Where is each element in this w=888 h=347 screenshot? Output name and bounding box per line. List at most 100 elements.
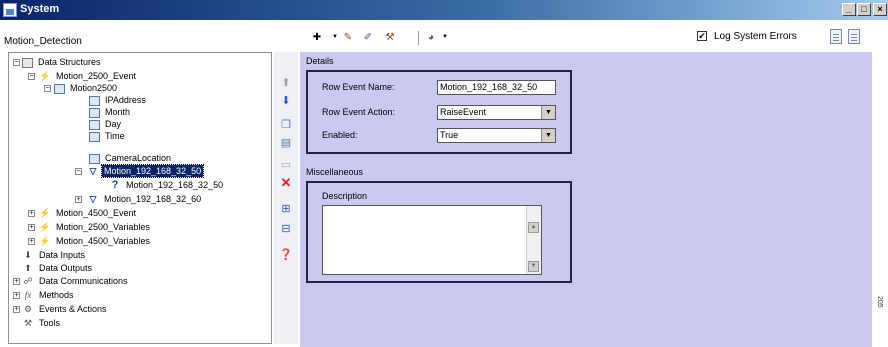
edit-document-icon[interactable] (848, 29, 860, 44)
filter-icon: ▽ (89, 166, 97, 177)
toolbar-separator (418, 31, 419, 45)
tree-item-month[interactable]: Month (89, 106, 132, 118)
tree-panel: − Data Structures − ⚡ Motion_2500_Event −… (8, 52, 272, 344)
tools-icon: ⚒ (23, 318, 33, 329)
misc-group: Description ▲ ▼ (306, 181, 572, 283)
tree-item-motion-2500-event[interactable]: ⚡ Motion_2500_Event (39, 70, 138, 82)
edge-text: 205 (876, 296, 883, 308)
misc-title: Miscellaneous (306, 167, 364, 177)
collapse-toggle[interactable]: − (44, 85, 51, 92)
row-event-name-label: Row Event Name: (322, 82, 395, 92)
expand-toggle[interactable]: + (13, 278, 20, 285)
expand-toggle[interactable]: + (13, 292, 20, 299)
tools-icon[interactable]: ⚒ (383, 31, 397, 44)
tree-item-time[interactable]: Time (89, 130, 127, 142)
table-icon (54, 83, 65, 94)
filter-icon: ▽ (89, 194, 97, 205)
field-icon (89, 119, 100, 130)
move-down-icon[interactable]: ⬇ (279, 94, 293, 108)
description-scrollbar[interactable]: ▲ ▼ (526, 206, 541, 274)
event-icon: ⚡ (39, 222, 51, 233)
fx-icon: fx (24, 290, 32, 301)
events-actions-icon: ⚙ (23, 304, 33, 315)
tree-item-methods[interactable]: fx Methods (22, 289, 76, 301)
toolbar: Motion_Detection ✚ ▼ ✎ ✐ ⚒ ◕ ▼ ✔ Log Sys… (0, 20, 888, 50)
tree-item-motion-4500-event[interactable]: ⚡ Motion_4500_Event (39, 207, 138, 219)
row-event-action-select[interactable]: RaiseEvent ▼ (437, 105, 556, 120)
chevron-down-icon[interactable]: ▼ (541, 129, 555, 142)
data-inputs-icon: ⬇ (24, 250, 32, 261)
properties-panel: Details Row Event Name: Motion_192_168_3… (300, 52, 872, 347)
log-errors-checkbox[interactable]: ✔ (697, 31, 707, 41)
data-outputs-icon: ⬆ (24, 263, 32, 274)
title-bar: System _ □ × (0, 0, 888, 20)
add-dropdown-icon[interactable]: ✚ (310, 31, 324, 44)
tree-item-motion2500[interactable]: Motion2500 (54, 82, 119, 94)
dropdown-arrow-icon[interactable]: ▼ (438, 31, 452, 44)
chevron-down-icon[interactable]: ▼ (541, 106, 555, 119)
expand-icon[interactable]: ⊞ (279, 202, 293, 216)
tree-item-events-actions[interactable]: ⚙ Events & Actions (22, 303, 109, 315)
field-icon (89, 131, 100, 142)
module-name: Motion_Detection (4, 36, 82, 47)
field-icon (89, 95, 100, 106)
app-icon (3, 3, 17, 17)
maximize-button[interactable]: □ (857, 3, 871, 16)
details-group: Row Event Name: Motion_192_168_32_50 Row… (306, 70, 572, 154)
tree-item-motion-192-168-32-60[interactable]: ▽ Motion_192_168_32_60 (87, 193, 203, 205)
tree-item-data-communications[interactable]: ☍ Data Communications (22, 275, 130, 287)
tree-toolbar: ⬆ ⬇ ❐ ▤ ▭ ✕ ⊞ ⊟ ❓ (274, 52, 298, 344)
collapse-toggle[interactable]: − (75, 168, 82, 175)
collapse-toggle[interactable]: − (13, 59, 20, 66)
minimize-button[interactable]: _ (842, 3, 856, 16)
move-up-icon[interactable]: ⬆ (279, 76, 293, 90)
field-icon (89, 153, 100, 164)
tree-item-cameralocation[interactable]: CameraLocation (89, 152, 173, 164)
enabled-label: Enabled: (322, 130, 358, 140)
expand-toggle[interactable]: + (28, 238, 35, 245)
scroll-down-icon[interactable]: ▼ (528, 261, 539, 272)
copy-icon[interactable]: ❐ (279, 118, 293, 132)
scroll-up-icon[interactable]: ▲ (528, 222, 539, 233)
row-event-action-value: RaiseEvent (440, 107, 487, 117)
document-icon[interactable] (830, 29, 842, 44)
tree-item-ipaddress[interactable]: IPAddress (89, 94, 148, 106)
add-item-icon[interactable]: ✎ (341, 31, 355, 44)
tree-item-data-structures[interactable]: Data Structures (22, 56, 103, 68)
help-icon[interactable]: ❓ (279, 248, 293, 262)
expand-toggle[interactable]: + (28, 224, 35, 231)
data-structures-icon (22, 57, 33, 68)
tree-item-motion-192-168-32-50[interactable]: ▽ Motion_192_168_32_50 (87, 164, 205, 178)
collapse-toggle[interactable]: − (28, 73, 35, 80)
details-title: Details (306, 56, 334, 66)
tree-item-data-outputs[interactable]: ⬆ Data Outputs (22, 262, 94, 274)
dropdown-arrow-icon[interactable]: ▼ (328, 31, 342, 44)
enabled-select[interactable]: True ▼ (437, 128, 556, 143)
delete-icon[interactable]: ✕ (279, 176, 293, 190)
tree-item-motion-192-168-32-50-child[interactable]: ? Motion_192_168_32_50 (109, 179, 225, 191)
expand-toggle[interactable]: + (75, 196, 82, 203)
row-event-action-label: Row Event Action: (322, 107, 396, 117)
tree-item-data-inputs[interactable]: ⬇ Data Inputs (22, 249, 87, 261)
communications-icon: ☍ (23, 276, 33, 287)
edit-icon[interactable]: ✐ (361, 31, 375, 44)
tree-item-day[interactable]: Day (89, 118, 123, 130)
expand-toggle[interactable]: + (13, 306, 20, 313)
tree-item-motion-4500-variables[interactable]: ⚡ Motion_4500_Variables (39, 235, 152, 247)
event-icon: ⚡ (39, 71, 51, 82)
event-icon: ⚡ (39, 208, 51, 219)
field-icon (89, 107, 100, 118)
close-button[interactable]: × (873, 3, 887, 16)
tree-item-motion-2500-variables[interactable]: ⚡ Motion_2500_Variables (39, 221, 152, 233)
expand-toggle[interactable]: + (28, 210, 35, 217)
enabled-value: True (440, 130, 459, 140)
row-event-name-field[interactable]: Motion_192_168_32_50 (437, 80, 556, 95)
window-title: System (20, 3, 60, 15)
paste-icon[interactable]: ▤ (279, 136, 293, 150)
cut-icon[interactable]: ▭ (279, 158, 293, 172)
description-field[interactable]: ▲ ▼ (322, 205, 542, 275)
tree-item-tools[interactable]: ⚒ Tools (22, 317, 62, 329)
globe-dropdown-icon[interactable]: ◕ (424, 31, 438, 44)
collapse-icon[interactable]: ⊟ (279, 222, 293, 236)
log-errors-label: Log System Errors (714, 31, 797, 42)
